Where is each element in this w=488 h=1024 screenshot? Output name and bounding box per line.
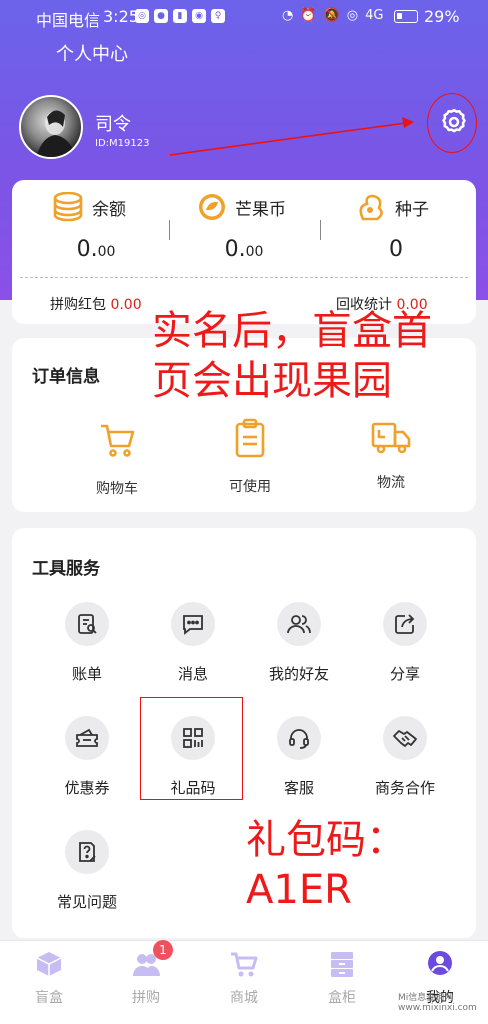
seed-header[interactable]: 种子 (355, 192, 429, 222)
usable-button[interactable]: 可使用 (200, 418, 300, 496)
recycle-stats-value: 0.00 (396, 297, 428, 313)
book-notification-icon: ▮ (173, 9, 187, 23)
dashed-divider (20, 277, 468, 278)
mango-coin-icon (199, 194, 225, 220)
battery-icon (394, 10, 418, 23)
faq-icon (65, 830, 109, 874)
nav-cabinet[interactable]: 盒柜 (297, 941, 387, 1007)
coins-icon (53, 192, 83, 222)
seed-label: 种子 (395, 199, 429, 220)
balance-value: 0.00 (76, 237, 116, 262)
tip-notification-icon: ♀ (211, 9, 225, 23)
coupon-button[interactable]: 优惠券 (37, 716, 137, 798)
blindbox-icon (36, 952, 62, 976)
username: 司令 (95, 114, 131, 135)
share-button[interactable]: 分享 (355, 602, 455, 684)
divider (169, 220, 170, 240)
share-icon (383, 602, 427, 646)
mango-coin-header[interactable]: 芒果币 (197, 192, 286, 222)
mute-icon: 🔕 (323, 8, 340, 23)
friends-button[interactable]: 我的好友 (249, 602, 349, 684)
mango-coin-value: 0.00 (224, 237, 264, 262)
mall-cart-icon (231, 952, 258, 977)
wallet-card: 余额 芒果币 种子 0.00 0.00 0 拼购红包 0.00 回收统计 0.0… (12, 180, 476, 324)
headset-icon (277, 716, 321, 760)
battery-percent: 29% (424, 7, 460, 26)
nav-blindbox[interactable]: 盲盒 (4, 941, 94, 1007)
signal-icon: 4G (365, 8, 384, 23)
balance-header[interactable]: 余额 (52, 192, 126, 222)
coupon-icon (65, 716, 109, 760)
cart-icon (101, 424, 135, 457)
carrier-label: 中国电信 (36, 11, 101, 30)
cabinet-icon (331, 952, 353, 977)
recycle-stats[interactable]: 回收统计 0.00 (336, 294, 428, 314)
message-button[interactable]: 消息 (143, 602, 243, 684)
bill-icon (65, 602, 109, 646)
business-cooperation-button[interactable]: 商务合作 (355, 716, 455, 798)
avatar[interactable] (19, 95, 83, 159)
logistics-button[interactable]: 物流 (341, 420, 441, 492)
group-buy-redpacket[interactable]: 拼购红包 0.00 (50, 294, 142, 314)
system-icons: ◔ ⏰ 🔕 ◎ 4G (282, 8, 383, 23)
order-info-card: 订单信息 购物车 可使用 物流 (12, 338, 476, 512)
group-buy-redpacket-value: 0.00 (110, 297, 142, 313)
order-info-title: 订单信息 (32, 367, 100, 387)
tool-services-title: 工具服务 (32, 559, 100, 579)
status-bar: 中国电信 3:25 ◎ ● ▮ ◉ ♀ ◔ ⏰ 🔕 ◎ 4G 29% (0, 0, 488, 34)
message-icon (171, 602, 215, 646)
clipboard-icon (235, 418, 265, 458)
bill-button[interactable]: 账单 (37, 602, 137, 684)
balance-label: 余额 (92, 199, 126, 220)
settings-highlight-circle (427, 93, 477, 153)
friends-icon (277, 602, 321, 646)
seed-icon (359, 194, 383, 221)
cart-button[interactable]: 购物车 (67, 420, 167, 498)
nav-group-buy[interactable]: 拼购 1 (101, 940, 191, 1007)
gift-code-highlight-box (140, 697, 243, 800)
customer-service-button[interactable]: 客服 (249, 716, 349, 798)
divider (320, 220, 321, 240)
message-notification-icon: ◉ (192, 9, 206, 23)
hotspot-icon: ◎ (346, 8, 359, 23)
group-buy-badge: 1 (153, 940, 173, 960)
notification-icons: ◎ ● ▮ ◉ ♀ (135, 9, 225, 23)
nav-mall[interactable]: 商城 (199, 941, 289, 1007)
app-notification-icon: ◎ (135, 9, 149, 23)
user-id: ID:M19123 (95, 138, 150, 149)
page-title: 个人中心 (56, 44, 128, 65)
seed-value: 0 (389, 237, 403, 262)
speed-icon: ◔ (282, 8, 294, 23)
watermark: Mi信息查询网 www.mixinxi.com (398, 993, 477, 1013)
me-icon (428, 951, 452, 975)
clock: 3:25 (103, 7, 139, 26)
mango-coin-label: 芒果币 (235, 199, 286, 220)
faq-button[interactable]: 常见问题 (37, 830, 137, 912)
qq-notification-icon: ● (154, 9, 168, 23)
truck-icon (371, 422, 411, 454)
alarm-icon: ⏰ (300, 8, 317, 23)
handshake-icon (383, 716, 427, 760)
